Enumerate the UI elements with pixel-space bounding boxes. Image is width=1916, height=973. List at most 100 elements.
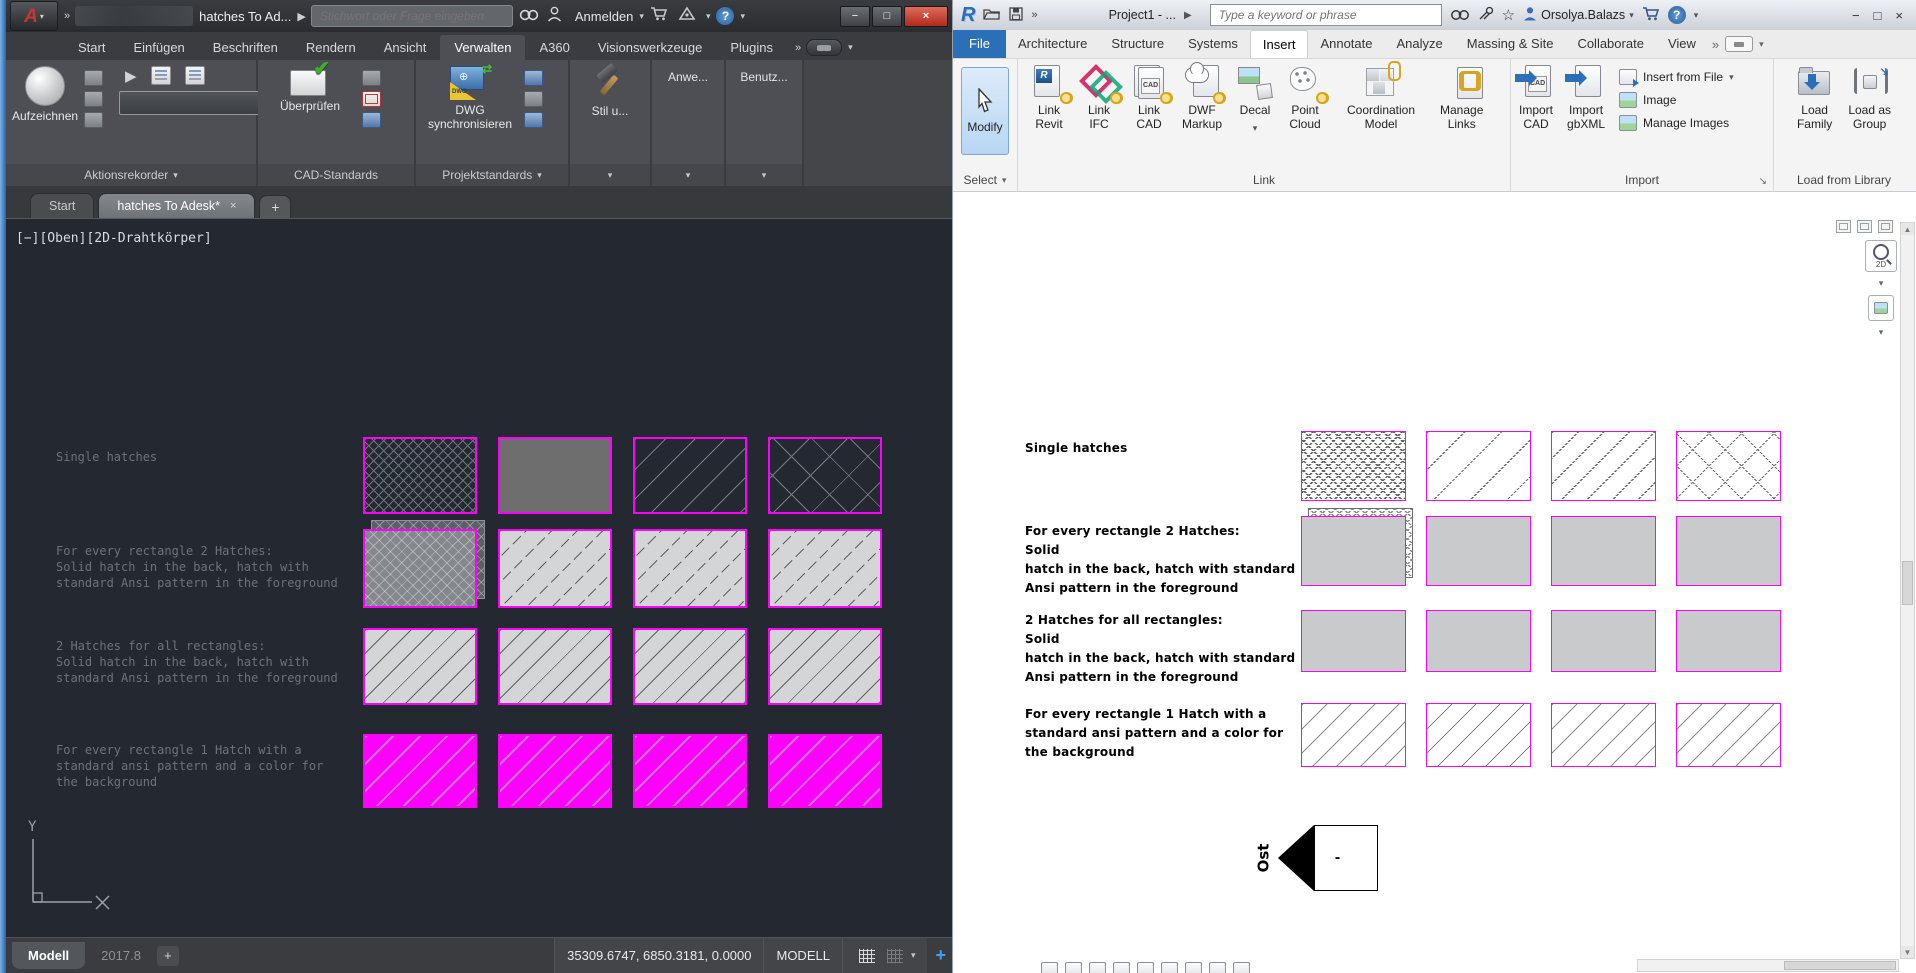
import-gbxml-button[interactable]: Import gbXML bbox=[1565, 65, 1605, 131]
shadows-icon[interactable] bbox=[1137, 962, 1154, 973]
panel-benutzeroberflaeche[interactable]: Benutz... ▾ bbox=[726, 60, 802, 186]
minimize-button[interactable]: − bbox=[840, 5, 870, 27]
a360-dropdown-icon[interactable]: ▾ bbox=[706, 11, 711, 22]
revit-canvas[interactable]: 2D ▾ ▾ Single hatches For every rectangl… bbox=[953, 192, 1916, 973]
ribbon-state-toggle[interactable] bbox=[1725, 36, 1754, 52]
crop-view-icon[interactable] bbox=[1161, 962, 1178, 973]
link-ifc-button[interactable]: Link IFC bbox=[1079, 64, 1123, 131]
hatch-rect-diagonal[interactable] bbox=[1426, 703, 1531, 767]
tab-start[interactable]: Start bbox=[64, 35, 119, 60]
zoom-dropdown-icon[interactable]: ▾ bbox=[1879, 278, 1884, 289]
temporary-hide-icon[interactable] bbox=[1209, 962, 1226, 973]
link-cad-button[interactable]: CAD Link CAD bbox=[1132, 65, 1173, 131]
tabs-overflow-icon[interactable]: » bbox=[1712, 37, 1719, 52]
new-layout-button[interactable]: + bbox=[156, 945, 179, 966]
hatch-rect-diagonal[interactable] bbox=[633, 437, 747, 514]
image-button[interactable]: Image bbox=[1619, 92, 1734, 108]
tab-close-icon[interactable]: × bbox=[230, 200, 236, 212]
flyout-icon[interactable]: ▶ bbox=[297, 10, 306, 23]
tab-verwalten[interactable]: Verwalten bbox=[440, 35, 526, 60]
modify-button[interactable]: Modify bbox=[961, 67, 1009, 155]
dialog-launcher-icon[interactable]: ↘ bbox=[1759, 176, 1767, 187]
hatch-rect-layered[interactable] bbox=[363, 520, 485, 608]
close-button[interactable]: × bbox=[1895, 8, 1903, 23]
tab-plugins[interactable]: Plugins bbox=[716, 35, 787, 60]
hatch-rect-diagonal-cross[interactable] bbox=[768, 437, 882, 514]
binoculars-search-icon[interactable] bbox=[519, 6, 541, 26]
insert-dropdown-icon[interactable]: ▾ bbox=[1729, 72, 1734, 83]
visual-style-icon[interactable] bbox=[1089, 962, 1106, 973]
comment-icon[interactable] bbox=[84, 70, 104, 86]
binoculars-search-icon[interactable] bbox=[1450, 6, 1470, 25]
hatch-rect-ansi-dashed[interactable] bbox=[498, 529, 612, 608]
dwg-sync-button[interactable]: ⊕ DWG ⇄ DWG synchronisieren bbox=[422, 62, 518, 131]
grid-on-icon[interactable] bbox=[858, 948, 875, 963]
macro-settings-icon[interactable] bbox=[150, 66, 171, 85]
preference-icon[interactable] bbox=[84, 91, 104, 107]
hatch-rect-grey[interactable] bbox=[1301, 610, 1406, 672]
manage-links-button[interactable]: Manage Links bbox=[1440, 65, 1483, 131]
macro-list-icon[interactable] bbox=[184, 66, 205, 85]
qat-expand-icon[interactable]: » bbox=[1031, 9, 1037, 21]
title-flyout-icon[interactable]: ▶ bbox=[1184, 10, 1192, 21]
tab-einfuegen[interactable]: Einfügen bbox=[119, 35, 198, 60]
coordination-model-button[interactable]: Coordination Model bbox=[1338, 61, 1424, 131]
hatch-rect-diamond[interactable] bbox=[1676, 431, 1781, 501]
tab-massing-site[interactable]: Massing & Site bbox=[1455, 30, 1566, 58]
grid-dropdown-icon[interactable]: ▾ bbox=[911, 950, 916, 961]
help-dropdown-icon[interactable]: ▾ bbox=[1694, 10, 1699, 21]
manage-images-button[interactable]: Manage Images bbox=[1619, 115, 1734, 131]
panel-anwendungen[interactable]: Anwe... ▾ bbox=[652, 60, 724, 186]
hatch-rect-diagonal[interactable] bbox=[1551, 703, 1656, 767]
hatch-rect-diagonal-sparse[interactable] bbox=[1426, 431, 1531, 501]
detail-level-icon[interactable] bbox=[1065, 962, 1082, 973]
signin-dropdown-icon[interactable]: ▾ bbox=[639, 11, 644, 22]
tag-icon[interactable] bbox=[84, 112, 104, 128]
revit-help-search[interactable] bbox=[1209, 4, 1442, 26]
revit-search-input[interactable] bbox=[1216, 7, 1435, 23]
hatch-rect-layered[interactable] bbox=[1301, 508, 1413, 586]
decal-button[interactable]: Decal ▾ bbox=[1238, 65, 1273, 135]
insert-from-file-button[interactable]: Insert from File ▾ bbox=[1619, 69, 1734, 87]
hatch-rect-crosshatch[interactable] bbox=[1301, 431, 1406, 501]
customize-plus-icon[interactable]: + bbox=[935, 945, 946, 966]
scrollbar-thumb[interactable] bbox=[1902, 561, 1913, 606]
load-as-group-button[interactable]: ↘ Load as Group bbox=[1848, 65, 1891, 131]
help-icon[interactable]: ? bbox=[716, 7, 735, 25]
hatch-rect-grey[interactable] bbox=[1676, 610, 1781, 672]
import-cad-button[interactable]: CAD Import CAD bbox=[1515, 65, 1553, 131]
username-label[interactable]: Orsolya.Balazs bbox=[1541, 8, 1625, 22]
panel-expand-icon[interactable]: ▾ bbox=[608, 170, 613, 181]
hatch-rect-solid[interactable] bbox=[498, 437, 612, 514]
tab-beschriften[interactable]: Beschriften bbox=[199, 35, 292, 60]
user-dropdown-icon[interactable]: ▾ bbox=[1629, 10, 1634, 21]
cart-icon[interactable] bbox=[650, 6, 672, 26]
tab-visionswerkzeuge[interactable]: Visionswerkzeuge bbox=[584, 35, 717, 60]
hatch-rect-grey[interactable] bbox=[1426, 516, 1531, 586]
ribbon-state-dropdown-icon[interactable]: ▾ bbox=[848, 42, 853, 53]
tabs-overflow-icon[interactable]: » bbox=[795, 42, 801, 54]
help-search[interactable] bbox=[310, 5, 513, 27]
close-button[interactable]: × bbox=[904, 5, 948, 27]
crop-region-icon[interactable] bbox=[1185, 962, 1202, 973]
hatch-rect-diagonal[interactable] bbox=[1551, 431, 1656, 501]
check-standards-button[interactable]: ✔ Überprüfen bbox=[264, 59, 356, 113]
tab-ansicht[interactable]: Ansicht bbox=[370, 35, 441, 60]
panel-label-aktionsrekorder[interactable]: Aktionsrekorder ▾ bbox=[6, 164, 256, 186]
tab-rendern[interactable]: Rendern bbox=[292, 35, 370, 60]
configure-standards-icon[interactable] bbox=[362, 91, 381, 107]
link-revit-button[interactable]: R Link Revit bbox=[1032, 65, 1073, 131]
layout-tab[interactable]: 2017.8 bbox=[85, 942, 157, 969]
view-restore-icon[interactable] bbox=[1857, 220, 1872, 233]
hatch-rect-magenta[interactable] bbox=[498, 734, 612, 808]
favorites-star-icon[interactable]: ☆ bbox=[1502, 6, 1515, 24]
autocad-app-menu-button[interactable]: A ▾ bbox=[10, 1, 58, 31]
cart-icon[interactable] bbox=[1642, 6, 1660, 24]
sun-path-icon[interactable] bbox=[1113, 962, 1130, 973]
nav-dropdown-icon[interactable]: ▾ bbox=[1879, 327, 1884, 338]
hatch-rect-ansi[interactable] bbox=[768, 628, 882, 705]
record-button[interactable]: Aufzeichnen bbox=[12, 66, 78, 123]
tab-file[interactable]: File bbox=[953, 30, 1006, 58]
minimize-button[interactable]: − bbox=[1852, 8, 1860, 23]
ribbon-state-dropdown-icon[interactable]: ▾ bbox=[1759, 39, 1764, 50]
